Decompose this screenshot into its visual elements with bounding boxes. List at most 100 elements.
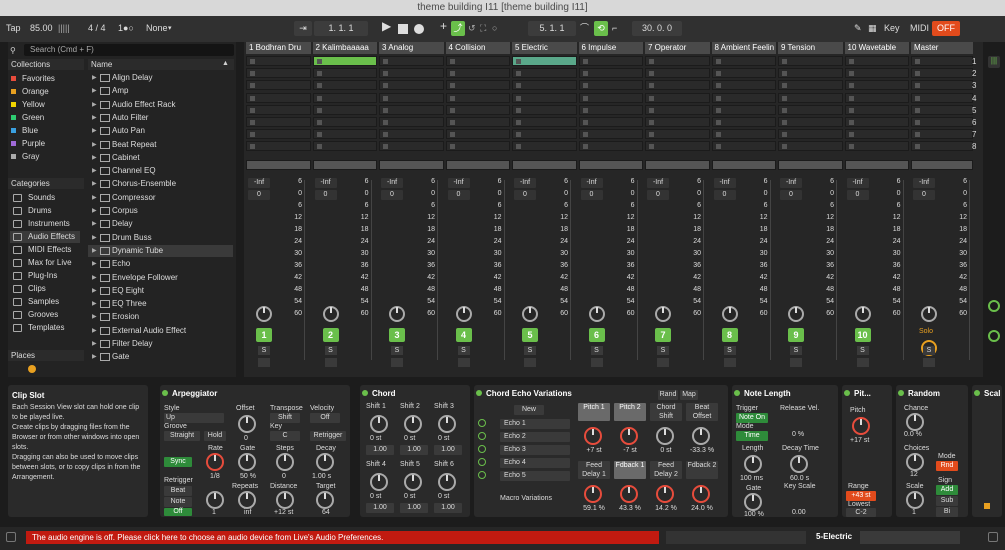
disclosure-triangle-icon[interactable]: ▶ [92,72,97,84]
clip-slot[interactable] [445,117,510,127]
file-item[interactable]: ▶ Audio Effect Rack [88,99,233,111]
show-info-icon[interactable] [6,532,16,542]
solo-button[interactable]: S [790,346,802,355]
slot-stop-icon[interactable] [915,144,920,150]
arpeggiator-title[interactable]: Arpeggiator [160,389,217,398]
collection-item[interactable]: Purple [11,138,45,150]
clip-slot[interactable] [445,68,510,79]
clip-slot[interactable] [711,92,776,103]
echo-variation-item[interactable]: Echo 2 [500,432,570,442]
slot-stop-icon[interactable] [383,107,388,113]
clip-slot[interactable] [778,80,843,91]
scene-number[interactable]: 4 [972,94,976,103]
clip-slot[interactable] [645,117,710,127]
clip-slot[interactable] [512,68,577,79]
slot-stop-icon[interactable] [250,107,255,113]
clip-slot[interactable] [711,68,776,79]
slot-stop-icon[interactable] [848,132,854,138]
disclosure-triangle-icon[interactable]: ▶ [92,232,97,244]
slot-stop-icon[interactable] [848,144,854,150]
session-view-toggle-icon[interactable]: ||| [988,56,1000,68]
pan-knob[interactable] [522,306,538,322]
clip-slot[interactable] [445,129,510,140]
disclosure-triangle-icon[interactable]: ▶ [92,112,97,124]
reenable-icon[interactable]: ↺ [468,21,476,36]
scene-number[interactable]: 7 [972,130,976,139]
track-stop-bar[interactable] [911,160,973,170]
length-knob[interactable] [744,455,762,473]
decay-time-knob[interactable] [790,455,808,473]
clip-icon[interactable] [516,59,521,64]
keyboard-icon[interactable]: ▦ [868,21,877,36]
file-item[interactable]: ▶ Auto Pan [88,125,233,137]
new-variation-button[interactable]: New [514,405,544,415]
clip-slot[interactable] [778,117,843,127]
name-column-header[interactable]: Name [88,59,234,70]
slot-stop-icon[interactable] [316,144,322,150]
clip-slot[interactable] [312,104,377,115]
slot-stop-icon[interactable] [782,107,787,113]
slot-stop-icon[interactable] [516,120,521,125]
chance-knob[interactable] [906,413,924,431]
song-position-field[interactable]: 1. 1. 1 [314,21,368,36]
clip-slot[interactable] [711,117,776,127]
clip-slot[interactable] [246,141,311,152]
clip-slot[interactable] [711,129,776,140]
chord-title[interactable]: Chord [360,389,396,398]
clip-slot[interactable] [379,92,444,103]
velocity-field[interactable]: 1.00 [434,503,462,513]
clip-slot[interactable] [512,141,577,152]
category-item[interactable]: Clips [10,283,80,295]
mode-time[interactable]: Time [736,431,768,441]
meter-field[interactable]: 4 / 4 [88,21,106,36]
disclosure-triangle-icon[interactable]: ▶ [92,351,97,363]
offset-knob[interactable] [238,415,256,433]
arm-button[interactable] [657,358,669,367]
clip-play-icon[interactable] [316,59,322,64]
clip-slot[interactable] [578,141,643,152]
arm-button[interactable] [590,358,603,367]
track-stop-bar[interactable] [312,160,377,170]
shift-knob[interactable] [370,415,388,433]
search-input[interactable]: Search (Cmd + F) [24,44,234,56]
track-activator[interactable]: 6 [588,328,605,342]
io-toggle-icon[interactable] [988,300,1000,312]
arm-button[interactable] [457,358,470,367]
fader-track[interactable] [437,180,438,360]
disclosure-triangle-icon[interactable]: ▶ [92,311,97,323]
clip-slot[interactable] [711,141,776,152]
track-stop-bar[interactable] [844,160,909,170]
fader-track[interactable] [836,180,837,360]
slot-stop-icon[interactable] [449,144,455,150]
track-header[interactable]: 9 Tension [778,42,843,54]
clip-slot[interactable] [512,117,577,127]
slot-stop-icon[interactable] [582,107,588,113]
audio-engine-error[interactable]: The audio engine is off. Please click he… [26,531,659,544]
file-item[interactable]: ▶ Drum Buss [88,232,233,244]
slot-stop-icon[interactable] [582,95,588,101]
disclosure-triangle-icon[interactable]: ▶ [92,205,97,217]
file-item[interactable]: ▶ Dynamic Tube [88,244,233,257]
collection-item[interactable]: Gray [11,151,39,163]
file-item[interactable]: ▶ Channel EQ [88,165,233,177]
retrigger-beat-button[interactable]: Beat [164,486,192,496]
category-item[interactable]: Plug-Ins [10,270,80,282]
clip-slot[interactable] [445,104,510,115]
clip-slot[interactable] [445,80,510,91]
pan-value[interactable]: 0 [780,190,802,200]
pan-knob[interactable] [588,306,605,322]
category-item[interactable]: Audio Effects [10,231,80,243]
slot-stop-icon[interactable] [782,120,787,125]
category-item[interactable]: Grooves [10,309,80,321]
collection-item[interactable]: Yellow [11,99,45,111]
volume-value[interactable]: -Inf [514,178,536,188]
scale-knob[interactable] [906,491,924,509]
clip-slot[interactable] [312,92,377,103]
volume-value[interactable]: -Inf [780,178,802,188]
fader-track[interactable] [370,180,372,360]
slot-stop-icon[interactable] [516,71,521,77]
slot-stop-icon[interactable] [715,95,721,101]
clip-slot[interactable] [512,80,577,91]
file-item[interactable]: ▶ Corpus [88,205,233,217]
disclosure-triangle-icon[interactable]: ▶ [92,178,97,190]
